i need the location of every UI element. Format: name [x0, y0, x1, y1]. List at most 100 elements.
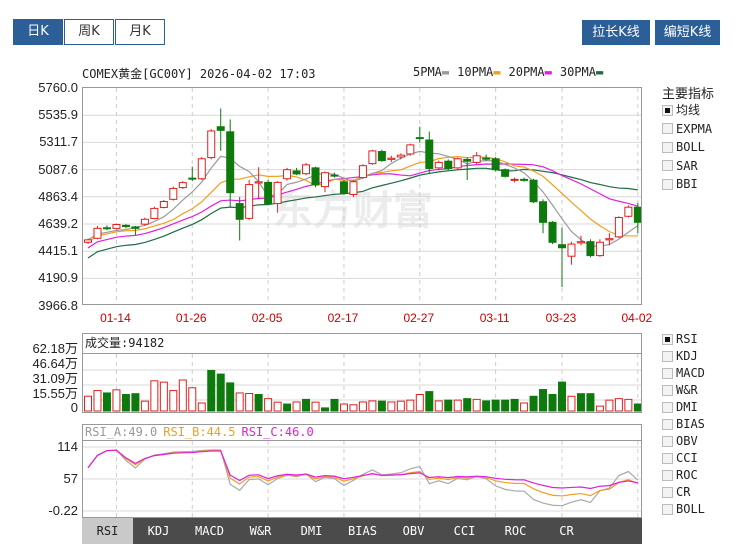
candle [539, 199, 548, 234]
indicator-tab-cr[interactable]: CR [541, 518, 592, 544]
volume-bar [226, 382, 235, 412]
volume-tick: 62.18万 [32, 341, 78, 356]
indicator-tab-macd[interactable]: MACD [184, 518, 235, 544]
main-indicator-option[interactable]: BBI [662, 176, 698, 192]
indicator-tab-dmi[interactable]: DMI [286, 518, 337, 544]
volume-bar [539, 389, 548, 412]
volume-tick: 31.09万 [32, 371, 78, 386]
checkbox[interactable] [662, 123, 673, 134]
stretch-kline-button[interactable]: 拉长K线 [582, 20, 650, 45]
sub-indicator-option[interactable]: MACD [662, 365, 705, 381]
volume-bar [131, 393, 140, 412]
indicator-tab-bias[interactable]: BIAS [337, 518, 388, 544]
indicator-tab-roc[interactable]: ROC [490, 518, 541, 544]
sub-indicator-option[interactable]: W&R [662, 382, 698, 398]
volume-bar [595, 405, 604, 412]
tab-weekly-k[interactable]: 周K [64, 19, 114, 45]
candle [84, 238, 92, 245]
checkbox[interactable] [662, 104, 673, 116]
volume-bar [112, 389, 121, 412]
volume-tick: 0 [70, 400, 78, 415]
checkbox[interactable] [662, 435, 673, 447]
candle-body [311, 167, 320, 186]
indicator-tab-kdj[interactable]: KDJ [133, 518, 184, 544]
main-indicator-option[interactable]: 均线 [662, 102, 700, 118]
volume-bar [396, 400, 405, 412]
candle [235, 196, 244, 241]
candle-body [292, 170, 301, 175]
candle-body [406, 144, 415, 155]
checkbox[interactable] [662, 486, 673, 498]
candle [548, 221, 557, 245]
tab-monthly-k[interactable]: 月K [115, 19, 165, 45]
checkbox[interactable] [662, 384, 673, 396]
checkbox[interactable] [662, 452, 673, 464]
candle-body [112, 224, 121, 229]
candle [406, 143, 415, 156]
indicator-tab-obv[interactable]: OBV [388, 518, 439, 544]
indicator-tab-cci[interactable]: CCI [439, 518, 490, 544]
indicator-tab-rsi[interactable]: RSI [82, 518, 133, 544]
shorten-kline-button[interactable]: 编短K线 [655, 20, 720, 45]
candle-body [131, 226, 140, 229]
price-tick: 4415.1 [38, 243, 78, 259]
checkbox[interactable] [662, 469, 673, 481]
checkbox[interactable] [662, 503, 673, 515]
candle [387, 155, 396, 162]
date-tick: 01-14 [100, 311, 131, 325]
sub-indicator-option[interactable]: BIAS [662, 416, 705, 432]
checkbox[interactable] [662, 160, 673, 171]
main-indicator-option[interactable]: BOLL [662, 139, 705, 155]
checkbox[interactable] [662, 401, 673, 413]
candle [501, 168, 510, 178]
volume-bar [349, 404, 358, 412]
main-indicator-option[interactable]: EXPMA [662, 121, 712, 137]
volume-bar [510, 398, 519, 412]
checkbox[interactable] [662, 350, 673, 362]
price-tick: 5760.0 [38, 80, 78, 95]
checkbox[interactable] [662, 333, 673, 345]
sub-indicator-option[interactable]: BOLL [662, 501, 705, 517]
checkbox[interactable] [662, 418, 673, 430]
volume-bar [387, 401, 396, 412]
price-chart[interactable]: 东方财富 [82, 87, 642, 305]
sub-indicator-option[interactable]: CCI [662, 450, 698, 466]
candle-body [302, 164, 311, 175]
checkbox[interactable] [662, 367, 673, 379]
candle-body [321, 172, 329, 188]
candle [425, 131, 434, 174]
sub-indicator-option[interactable]: OBV [662, 433, 698, 449]
volume-bar [567, 395, 576, 412]
sub-indicator-option[interactable]: CR [662, 484, 690, 500]
volume-bar [463, 398, 472, 412]
volume-bar [264, 398, 273, 412]
option-label: SAR [676, 158, 698, 173]
volume-value: 94182 [128, 336, 165, 350]
checkbox[interactable] [662, 141, 673, 153]
candle-body [539, 201, 548, 223]
candle [254, 167, 263, 200]
tab-daily-k[interactable]: 日K [13, 19, 63, 45]
option-label: DMI [676, 400, 698, 414]
candle-body [396, 154, 405, 158]
volume-bar [491, 399, 500, 412]
candle-body [245, 184, 254, 219]
volume-bar [501, 399, 510, 412]
sub-indicator-option[interactable]: KDJ [662, 348, 698, 364]
candle-body [614, 216, 623, 238]
main-indicator-option[interactable]: SAR [662, 158, 698, 174]
volume-bar [150, 380, 159, 412]
volume-bar [472, 398, 481, 412]
candle [121, 224, 130, 229]
volume-bar [368, 400, 377, 412]
volume-bar [197, 402, 206, 412]
checkbox[interactable] [662, 178, 673, 190]
volume-bar [444, 399, 453, 412]
sub-indicator-option[interactable]: DMI [662, 399, 698, 415]
sub-indicator-option[interactable]: ROC [662, 467, 698, 483]
candle-body [207, 130, 216, 159]
sub-indicator-option[interactable]: RSI [662, 331, 698, 347]
indicator-tab-wr[interactable]: W&R [235, 518, 286, 544]
legend-ma30: 30PMA▬ [559, 65, 604, 79]
volume-bar [406, 399, 415, 412]
